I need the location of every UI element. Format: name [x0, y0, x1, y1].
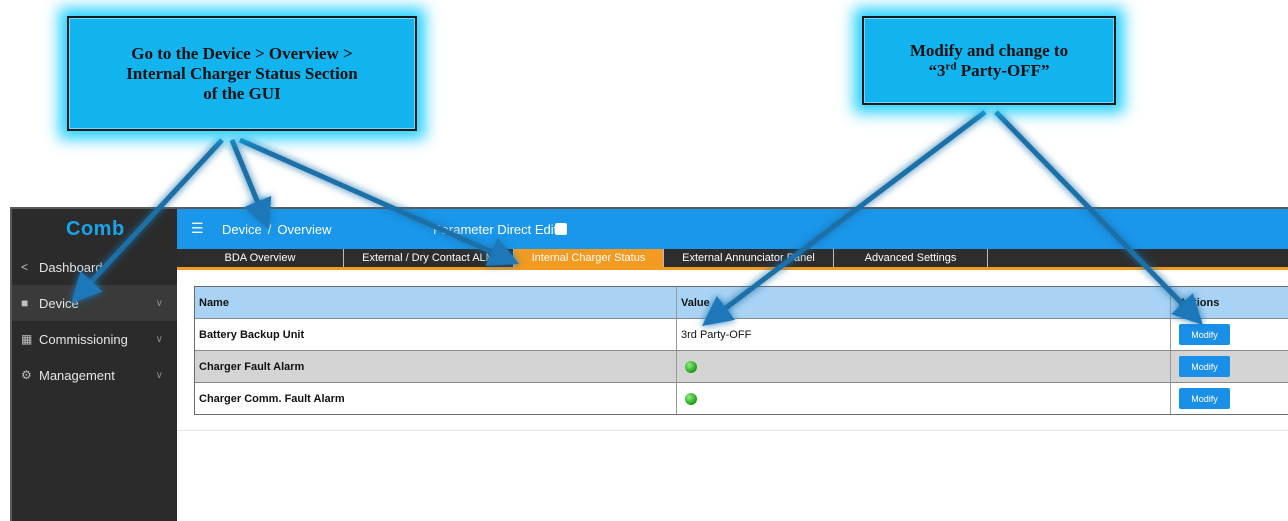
parameter-direct-edit-checkbox[interactable]	[555, 223, 567, 235]
callout-right-line1: Modify and change to	[909, 40, 1069, 60]
column-header-actions: Actions	[1179, 296, 1220, 309]
monitor-icon: ■	[21, 296, 29, 310]
chevron-down-icon: ∨	[155, 369, 163, 381]
callout-right-line2-pre: “3	[928, 60, 946, 80]
table-row: Charger Comm. Fault Alarm Modify	[195, 382, 1288, 414]
tab-external-annunciator-panel[interactable]: External Annunciator Panel	[664, 249, 834, 267]
row-name: Charger Comm. Fault Alarm	[195, 383, 677, 414]
modify-button[interactable]: Modify	[1179, 324, 1230, 345]
breadcrumb-section[interactable]: Device	[222, 222, 262, 237]
table-row: Charger Fault Alarm Modify	[195, 350, 1288, 382]
sidebar-item-management[interactable]: ⚙ Management ∨	[12, 357, 177, 393]
callout-left-line1: Go to the Device > Overview >	[131, 43, 353, 63]
modify-button[interactable]: Modify	[1179, 356, 1230, 377]
share-icon: <	[21, 260, 29, 274]
instruction-callout-device-overview: Go to the Device > Overview > Internal C…	[67, 16, 417, 131]
tab-bda-overview[interactable]: BDA Overview	[177, 249, 344, 267]
tab-bar: BDA Overview External / Dry Contact ALM …	[177, 249, 1288, 270]
charger-status-table: Name Value Actions Battery Backup Unit 3…	[194, 286, 1288, 415]
grid-icon: ▦	[21, 332, 33, 346]
instruction-callout-modify: Modify and change to “3rd Party-OFF”	[862, 16, 1116, 105]
app-window: Comb < Dashboard ■ Device ∨ ▦ Commission…	[10, 207, 1288, 521]
callout-right-line2: “3rd Party-OFF”	[910, 59, 1068, 81]
sidebar: Comb < Dashboard ■ Device ∨ ▦ Commission…	[12, 209, 177, 521]
sidebar-item-commissioning[interactable]: ▦ Commissioning ∨	[12, 321, 177, 357]
sidebar-item-label: Device	[39, 295, 79, 311]
logo: Comb	[66, 218, 125, 240]
row-name: Charger Fault Alarm	[195, 351, 677, 382]
callout-right-line2-post: Party-OFF”	[956, 60, 1050, 80]
column-header-name: Name	[195, 287, 677, 318]
status-led-icon	[685, 360, 697, 373]
callout-left-line2: Internal Charger Status Section	[126, 63, 358, 83]
sidebar-item-label: Commissioning	[39, 331, 128, 347]
table-header-row: Name Value Actions	[195, 287, 1288, 318]
breadcrumb-page: Overview	[277, 222, 332, 237]
tab-advanced-settings[interactable]: Advanced Settings	[834, 249, 988, 267]
callout-right-line2-sup: rd	[945, 59, 957, 72]
sidebar-item-label: Management	[39, 367, 115, 383]
status-led-icon	[685, 392, 697, 405]
menu-toggle-icon[interactable]: ☰	[191, 220, 204, 237]
table-row: Battery Backup Unit 3rd Party-OFF Modify	[195, 318, 1288, 350]
breadcrumb: Device / Overview	[222, 222, 332, 237]
sidebar-item-label: Dashboard	[39, 259, 103, 275]
tab-external-dry-contact-alm[interactable]: External / Dry Contact ALM	[344, 249, 514, 267]
breadcrumb-separator: /	[267, 222, 272, 237]
sidebar-item-device[interactable]: ■ Device ∨	[12, 285, 177, 321]
gear-icon: ⚙	[21, 368, 32, 382]
sidebar-item-dashboard[interactable]: < Dashboard	[12, 249, 177, 285]
callout-left-line3: of the GUI	[203, 83, 281, 103]
modify-button[interactable]: Modify	[1179, 388, 1230, 409]
row-name: Battery Backup Unit	[195, 319, 677, 350]
chevron-down-icon: ∨	[155, 297, 163, 309]
parameter-direct-edit-label: Parameter Direct Edit	[433, 222, 558, 237]
content-divider	[177, 430, 1288, 431]
tab-internal-charger-status[interactable]: Internal Charger Status	[514, 249, 664, 267]
row-value: 3rd Party-OFF	[677, 319, 1171, 350]
column-header-value: Value	[677, 287, 1171, 318]
header-bar: ☰ Device / Overview Parameter Direct Edit	[177, 209, 1288, 249]
chevron-down-icon: ∨	[155, 333, 163, 345]
